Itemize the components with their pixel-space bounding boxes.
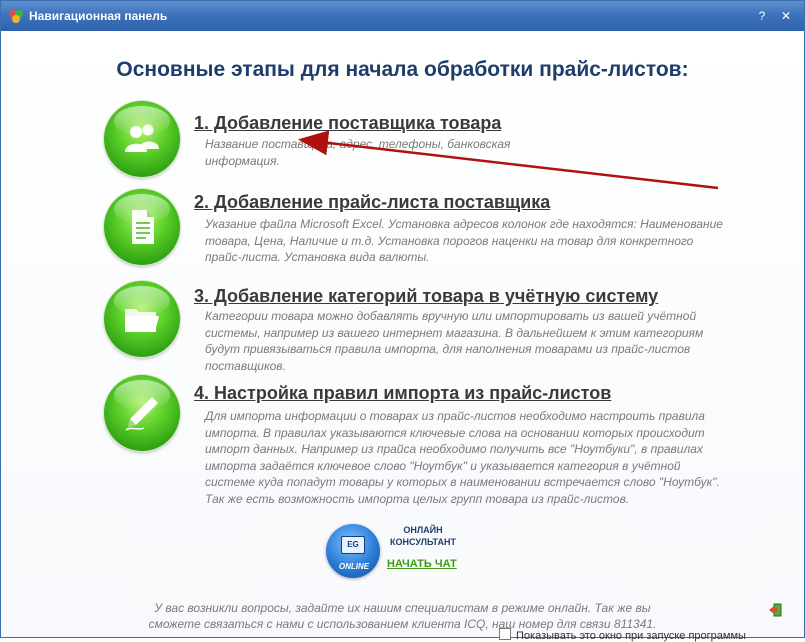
navigation-panel-window: Навигационная панель ? ✕ Основные этапы … [0, 0, 805, 642]
close-button[interactable]: ✕ [777, 7, 795, 25]
content-area: Основные этапы для начала обработки прай… [1, 31, 804, 642]
checkbox-box[interactable] [499, 628, 511, 640]
window-title: Навигационная панель [29, 9, 168, 23]
online-consultant-icon[interactable]: EG ONLINE [326, 524, 380, 578]
app-icon [9, 10, 23, 23]
online-consultant-label: ОНЛАЙН КОНСУЛЬТАНТ [390, 525, 456, 547]
start-chat-link[interactable]: НАЧАТЬ ЧАТ [387, 558, 457, 570]
exit-icon[interactable] [768, 603, 782, 617]
show-on-startup-checkbox[interactable]: Показывать это окно при запуске программ… [499, 628, 746, 642]
help-button[interactable]: ? [753, 7, 771, 25]
title-bar[interactable]: Навигационная панель ? ✕ [1, 1, 804, 31]
checkbox-label: Показывать это окно при запуске программ… [516, 630, 746, 642]
